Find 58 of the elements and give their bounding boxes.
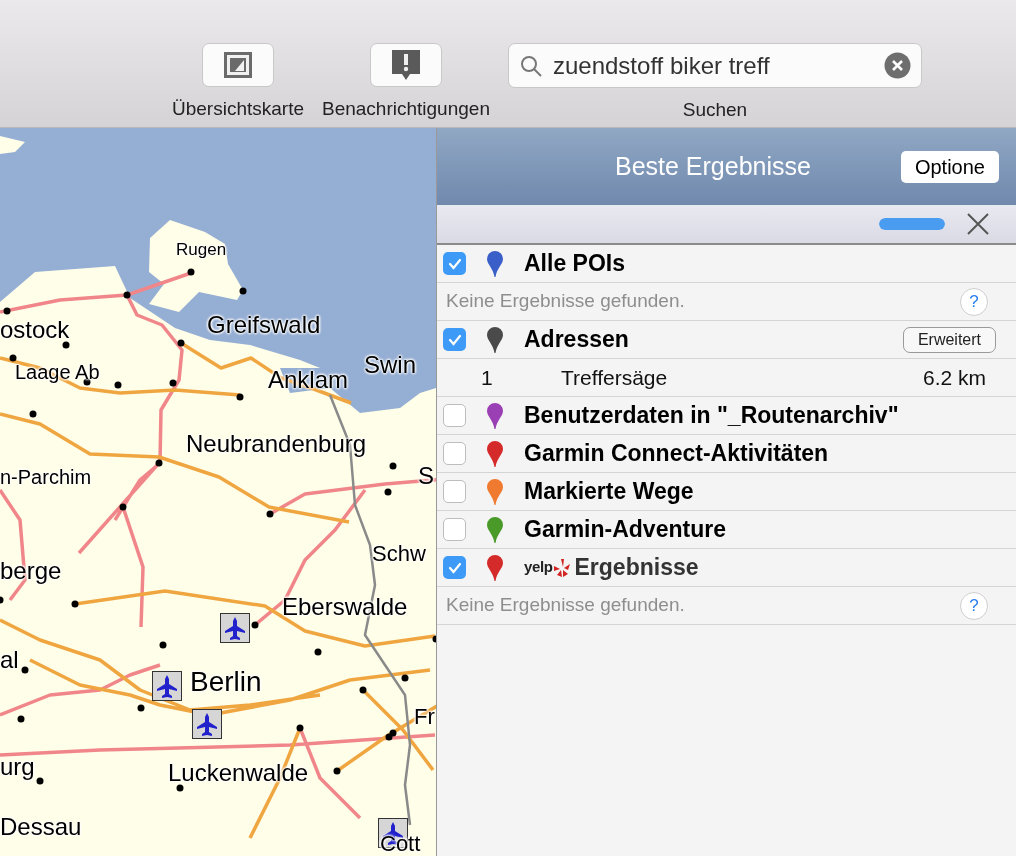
- result-distance: 6.2 km: [922, 364, 986, 391]
- result-index: 1: [481, 364, 494, 391]
- category-label: Garmin Connect-Aktivitäten: [524, 439, 829, 469]
- toolbar-button[interactable]: [370, 43, 442, 87]
- place-label: ostock: [0, 318, 70, 342]
- checkbox[interactable]: [443, 556, 466, 579]
- checkbox[interactable]: [443, 442, 466, 465]
- place-label: Dessau: [0, 815, 82, 839]
- place-label: berge: [0, 559, 62, 583]
- result-name[interactable]: Treffersäge: [561, 361, 668, 394]
- clear-icon[interactable]: [883, 52, 911, 79]
- checkmark-icon: [447, 333, 462, 346]
- place-label: Greifswald: [207, 313, 321, 337]
- place-label: Swin: [364, 353, 417, 377]
- close-icon[interactable]: [967, 213, 989, 235]
- search-icon: [518, 53, 543, 78]
- category-label: Benutzerdaten in "_Routenarchiv": [524, 401, 899, 431]
- toolbar-label: Benachrichtigungen: [322, 97, 490, 121]
- airport-icon: [152, 671, 182, 701]
- help-button[interactable]: ?: [960, 591, 988, 620]
- category-label: Ergebnisse: [574, 553, 699, 583]
- place-label: Eberswalde: [282, 595, 408, 619]
- advanced-button[interactable]: Erweitert: [902, 326, 996, 353]
- place-label: Berlin: [190, 668, 262, 696]
- checkbox[interactable]: [443, 518, 466, 541]
- search-label: Suchen: [682, 98, 748, 122]
- no-results-message: Keine Ergebnisse gefunden.: [446, 593, 685, 618]
- category-label: Markierte Wege: [524, 477, 694, 507]
- no-results-message: Keine Ergebnisse gefunden.: [446, 289, 685, 314]
- checkmark-icon: [447, 257, 462, 270]
- burst-icon: [552, 557, 571, 578]
- category-label: Adressen: [524, 325, 629, 355]
- place-label: n-Parchim: [0, 467, 92, 487]
- category-label: Alle POIs: [524, 249, 625, 279]
- place-label: S: [418, 464, 434, 488]
- options-button[interactable]: Optione: [900, 150, 999, 183]
- checkbox[interactable]: [443, 480, 466, 503]
- airport-icon: [220, 613, 250, 643]
- checkbox[interactable]: [443, 404, 466, 427]
- category-label: Garmin-Adventure: [524, 515, 726, 545]
- help-button[interactable]: ?: [960, 287, 988, 316]
- place-label: Neubrandenburg: [186, 432, 367, 456]
- place-label: Schw: [372, 543, 426, 565]
- place-label: urg: [0, 755, 35, 779]
- airport-icon: [192, 709, 222, 739]
- results-title: Beste Ergebnisse: [615, 150, 811, 182]
- place-label: al: [0, 648, 19, 672]
- toolbar-button[interactable]: [202, 43, 274, 87]
- map-overview-icon: [223, 51, 253, 79]
- checkbox[interactable]: [443, 328, 466, 351]
- logo-text: yelp: [524, 557, 553, 578]
- place-label: Rugen: [176, 241, 227, 258]
- search-field[interactable]: zuendstoff biker treff: [507, 43, 922, 88]
- island-drawing: [0, 136, 25, 154]
- toolbar-label: Übersichtskarte: [172, 97, 304, 121]
- checkbox[interactable]: [443, 252, 466, 275]
- checkmark-icon: [447, 561, 462, 574]
- alert-icon: [391, 49, 421, 81]
